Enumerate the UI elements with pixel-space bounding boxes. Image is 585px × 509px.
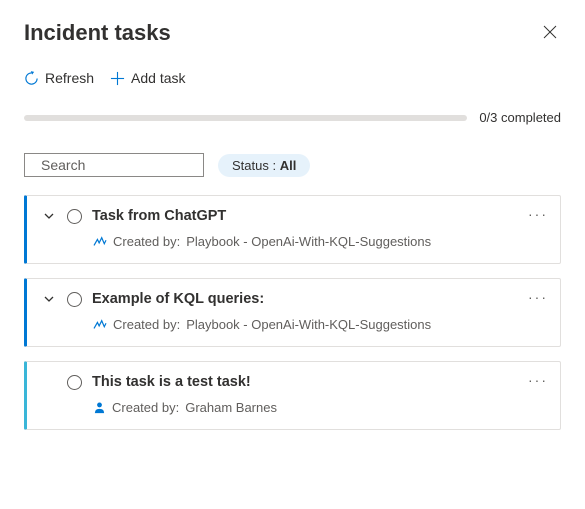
task-card[interactable]: Task from ChatGPT Created by: Playbook -…: [24, 195, 561, 264]
task-more-button[interactable]: ···: [528, 206, 548, 222]
task-status-circle[interactable]: [67, 375, 82, 390]
progress-text: 0/3 completed: [479, 110, 561, 125]
created-by-value: Graham Barnes: [185, 400, 277, 415]
refresh-icon: [24, 71, 39, 86]
search-box[interactable]: [24, 153, 204, 177]
status-filter[interactable]: Status : All: [218, 154, 310, 177]
status-filter-value: All: [280, 158, 297, 173]
playbook-icon: [93, 236, 107, 248]
task-more-button[interactable]: ···: [528, 372, 548, 388]
task-expand-toggle[interactable]: [41, 293, 57, 305]
search-input[interactable]: [41, 157, 222, 173]
created-by-value: Playbook - OpenAi-With-KQL-Suggestions: [186, 234, 431, 249]
close-icon: [543, 25, 557, 39]
status-filter-label: Status :: [232, 158, 276, 173]
task-status-circle[interactable]: [67, 209, 82, 224]
task-card[interactable]: Example of KQL queries: Created by: Play…: [24, 278, 561, 347]
task-status-circle[interactable]: [67, 292, 82, 307]
chevron-down-icon: [43, 293, 55, 305]
task-list: Task from ChatGPT Created by: Playbook -…: [24, 195, 561, 430]
task-title: Task from ChatGPT: [92, 208, 226, 224]
add-task-button[interactable]: Add task: [110, 66, 185, 90]
page-title: Incident tasks: [24, 20, 171, 46]
task-title: This task is a test task!: [92, 374, 251, 390]
refresh-label: Refresh: [45, 70, 94, 86]
add-task-label: Add task: [131, 70, 185, 86]
task-expand-toggle[interactable]: [41, 210, 57, 222]
close-button[interactable]: [539, 21, 561, 46]
task-title: Example of KQL queries:: [92, 291, 264, 307]
person-icon: [93, 401, 106, 414]
task-more-button[interactable]: ···: [528, 289, 548, 305]
task-card[interactable]: This task is a test task! Created by: Gr…: [24, 361, 561, 430]
created-by-label: Created by:: [113, 234, 180, 249]
created-by-label: Created by:: [112, 400, 179, 415]
refresh-button[interactable]: Refresh: [24, 66, 94, 90]
plus-icon: [110, 71, 125, 86]
progress-bar: [24, 115, 467, 121]
playbook-icon: [93, 319, 107, 331]
chevron-down-icon: [43, 210, 55, 222]
created-by-label: Created by:: [113, 317, 180, 332]
created-by-value: Playbook - OpenAi-With-KQL-Suggestions: [186, 317, 431, 332]
